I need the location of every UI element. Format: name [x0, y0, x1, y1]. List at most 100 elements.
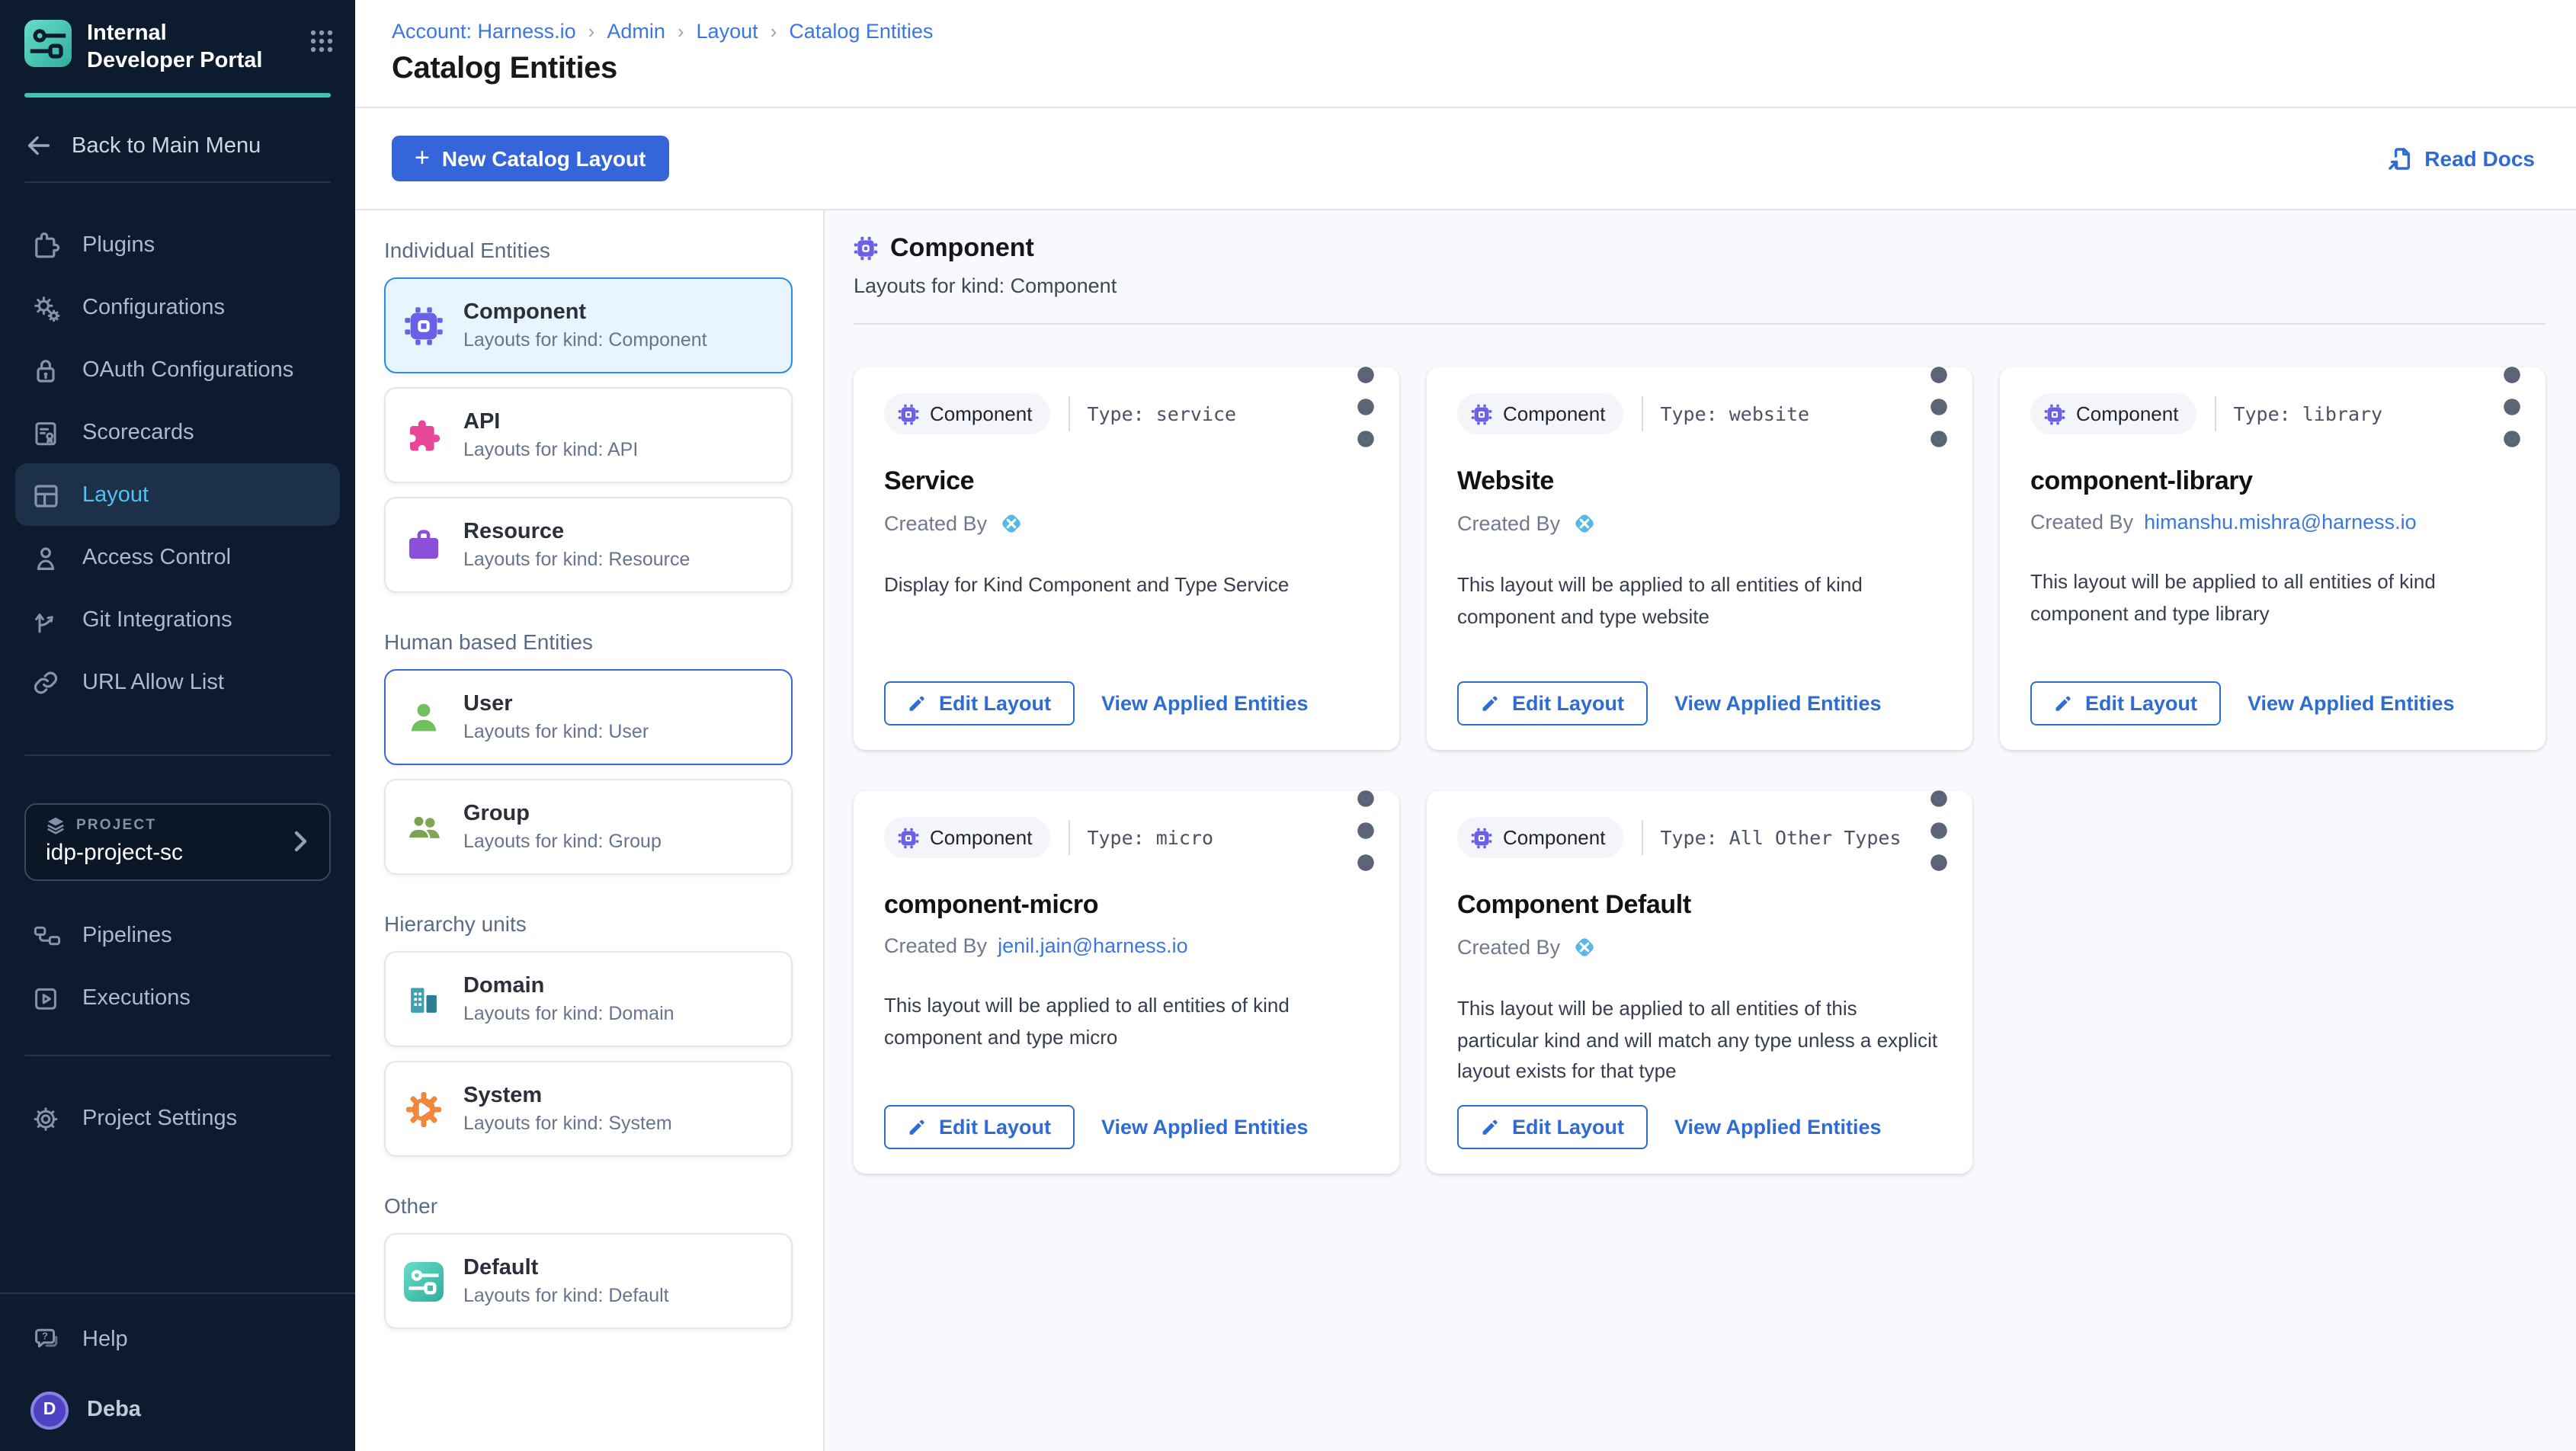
kind-subtitle: Layouts for kind: Component [854, 274, 2546, 297]
layout-card-component-library: ComponentType: librarycomponent-libraryC… [2000, 367, 2546, 750]
entity-kind-list: Individual EntitiesComponentLayouts for … [355, 210, 825, 1451]
svg-text:?: ? [42, 1330, 48, 1341]
created-by-label: Created By [1457, 512, 1560, 535]
user-menu[interactable]: D Deba [15, 1376, 340, 1443]
entity-kind-resource[interactable]: ResourceLayouts for kind: Resource [384, 497, 793, 593]
pencil-icon [2053, 693, 2073, 713]
new-catalog-layout-button[interactable]: + New Catalog Layout [392, 136, 668, 181]
edit-layout-button[interactable]: Edit Layout [1457, 681, 1647, 726]
creator-email-link[interactable]: himanshu.mishra@harness.io [2144, 511, 2417, 533]
pencil-icon [1480, 693, 1500, 713]
type-label: Type: All Other Types [1660, 826, 1901, 849]
page-header: Account: Harness.io›Admin›Layout›Catalog… [355, 0, 2576, 108]
view-applied-entities-link[interactable]: View Applied Entities [1674, 1116, 1882, 1139]
card-actions: Edit Layout View Applied Entities [884, 681, 1309, 726]
view-applied-entities-link[interactable]: View Applied Entities [2248, 692, 2455, 715]
help-chat-icon: ? [30, 1324, 61, 1354]
entity-kind-api[interactable]: APILayouts for kind: API [384, 387, 793, 483]
puzzle-outline-icon [30, 229, 61, 260]
breadcrumb-item[interactable]: Catalog Entities [789, 20, 933, 43]
sidebar-item-access-control[interactable]: Access Control [15, 526, 340, 588]
brand-underline [24, 93, 331, 98]
sidebar-menu: PluginsConfigurationsOAuth Configuration… [0, 213, 355, 713]
entity-kind-user[interactable]: UserLayouts for kind: User [384, 669, 793, 765]
card-menu-kebab-icon[interactable] [2498, 392, 2526, 422]
breadcrumb-item[interactable]: Layout [697, 20, 758, 43]
card-header: ComponentType: website [1457, 393, 1942, 434]
breadcrumb-item[interactable]: Admin [607, 20, 665, 43]
entity-title: Domain [463, 974, 674, 998]
sidebar-item-executions[interactable]: Executions [15, 966, 340, 1029]
created-by-row: Created Byhimanshu.mishra@harness.io [2030, 511, 2515, 533]
entity-title: API [463, 410, 638, 434]
view-applied-entities-link[interactable]: View Applied Entities [1674, 692, 1882, 715]
card-header: ComponentType: service [884, 393, 1369, 434]
view-applied-entities-link[interactable]: View Applied Entities [1101, 1116, 1309, 1139]
sidebar-item-project-settings[interactable]: Project Settings [15, 1087, 340, 1149]
sidebar-item-configurations[interactable]: Configurations [15, 276, 340, 338]
project-selector[interactable]: PROJECT idp-project-sc [24, 803, 331, 881]
harness-logo-icon[interactable] [1571, 511, 1597, 537]
entity-kind-default[interactable]: DefaultLayouts for kind: Default [384, 1233, 793, 1329]
sidebar-item-scorecards[interactable]: Scorecards [15, 401, 340, 463]
edit-layout-button[interactable]: Edit Layout [884, 1105, 1074, 1149]
idp-logo-icon [24, 20, 72, 67]
harness-logo-icon[interactable] [998, 511, 1024, 537]
sidebar-item-label: Help [82, 1327, 128, 1351]
read-docs-link[interactable]: Read Docs [2386, 146, 2535, 171]
kind-badge: Component [1457, 393, 1623, 434]
app-grid-icon[interactable] [309, 29, 334, 53]
sidebar-item-label: Project Settings [82, 1106, 237, 1130]
sidebar-footer: ? Help D Deba [0, 1292, 355, 1451]
sidebar-item-oauth-configurations[interactable]: OAuth Configurations [15, 338, 340, 401]
created-by-row: Created Byjenil.jain@harness.io [884, 934, 1369, 957]
breadcrumb-separator-icon: › [771, 20, 777, 43]
sidebar-item-git-integrations[interactable]: Git Integrations [15, 588, 340, 651]
entity-kind-component[interactable]: ComponentLayouts for kind: Component [384, 277, 793, 373]
edit-layout-button[interactable]: Edit Layout [2030, 681, 2220, 726]
sidebar-item-label: Pipelines [82, 923, 172, 947]
edit-layout-button[interactable]: Edit Layout [1457, 1105, 1647, 1149]
entity-kind-group[interactable]: GroupLayouts for kind: Group [384, 779, 793, 875]
kind-title: Component [890, 233, 1034, 264]
edit-layout-label: Edit Layout [2085, 692, 2197, 715]
edit-layout-button[interactable]: Edit Layout [884, 681, 1074, 726]
card-menu-kebab-icon[interactable] [1925, 815, 1953, 846]
sidebar-item-pipelines[interactable]: Pipelines [15, 904, 340, 966]
type-label: Type: micro [1087, 826, 1213, 849]
sidebar-item-layout[interactable]: Layout [15, 463, 340, 526]
layout-card-website: ComponentType: websiteWebsiteCreated ByT… [1427, 367, 1972, 750]
sidebar-item-help[interactable]: ? Help [15, 1308, 340, 1370]
card-menu-kebab-icon[interactable] [1925, 392, 1953, 422]
layout-description: This layout will be applied to all entit… [884, 991, 1369, 1053]
breadcrumb-item[interactable]: Account: Harness.io [392, 20, 576, 43]
card-menu-kebab-icon[interactable] [1352, 815, 1379, 846]
harness-logo-icon[interactable] [1571, 934, 1597, 960]
kind-badge: Component [2030, 393, 2196, 434]
entity-kind-system[interactable]: SystemLayouts for kind: System [384, 1061, 793, 1157]
sidebar-item-label: Access Control [82, 545, 231, 569]
new-catalog-layout-label: New Catalog Layout [442, 146, 646, 171]
sidebar-divider [24, 754, 331, 756]
view-applied-entities-link[interactable]: View Applied Entities [1101, 692, 1309, 715]
sidebar-menu-settings: Project Settings [0, 1087, 355, 1149]
scorecard-icon [30, 417, 61, 447]
creator-email-link[interactable]: jenil.jain@harness.io [998, 934, 1188, 957]
type-label: Type: service [1087, 402, 1236, 425]
layout-card-service: ComponentType: serviceServiceCreated ByD… [854, 367, 1399, 750]
card-header: ComponentType: library [2030, 393, 2515, 434]
plus-icon: + [415, 145, 430, 171]
sidebar-divider [24, 1055, 331, 1056]
entity-title: Resource [463, 520, 690, 544]
back-to-main-menu[interactable]: Back to Main Menu [0, 131, 355, 160]
sidebar-item-url-allow-list[interactable]: URL Allow List [15, 651, 340, 713]
domain-buildings-icon [404, 979, 444, 1019]
sidebar-menu-project: Pipelines Executions [0, 904, 355, 1029]
component-chip-icon [2044, 403, 2065, 424]
sidebar-item-plugins[interactable]: Plugins [15, 213, 340, 276]
entity-kind-domain[interactable]: DomainLayouts for kind: Domain [384, 951, 793, 1047]
kind-badge-label: Component [1503, 826, 1605, 849]
layout-description: Display for Kind Component and Type Serv… [884, 570, 1369, 601]
card-menu-kebab-icon[interactable] [1352, 392, 1379, 422]
person-outline-icon [30, 542, 61, 572]
